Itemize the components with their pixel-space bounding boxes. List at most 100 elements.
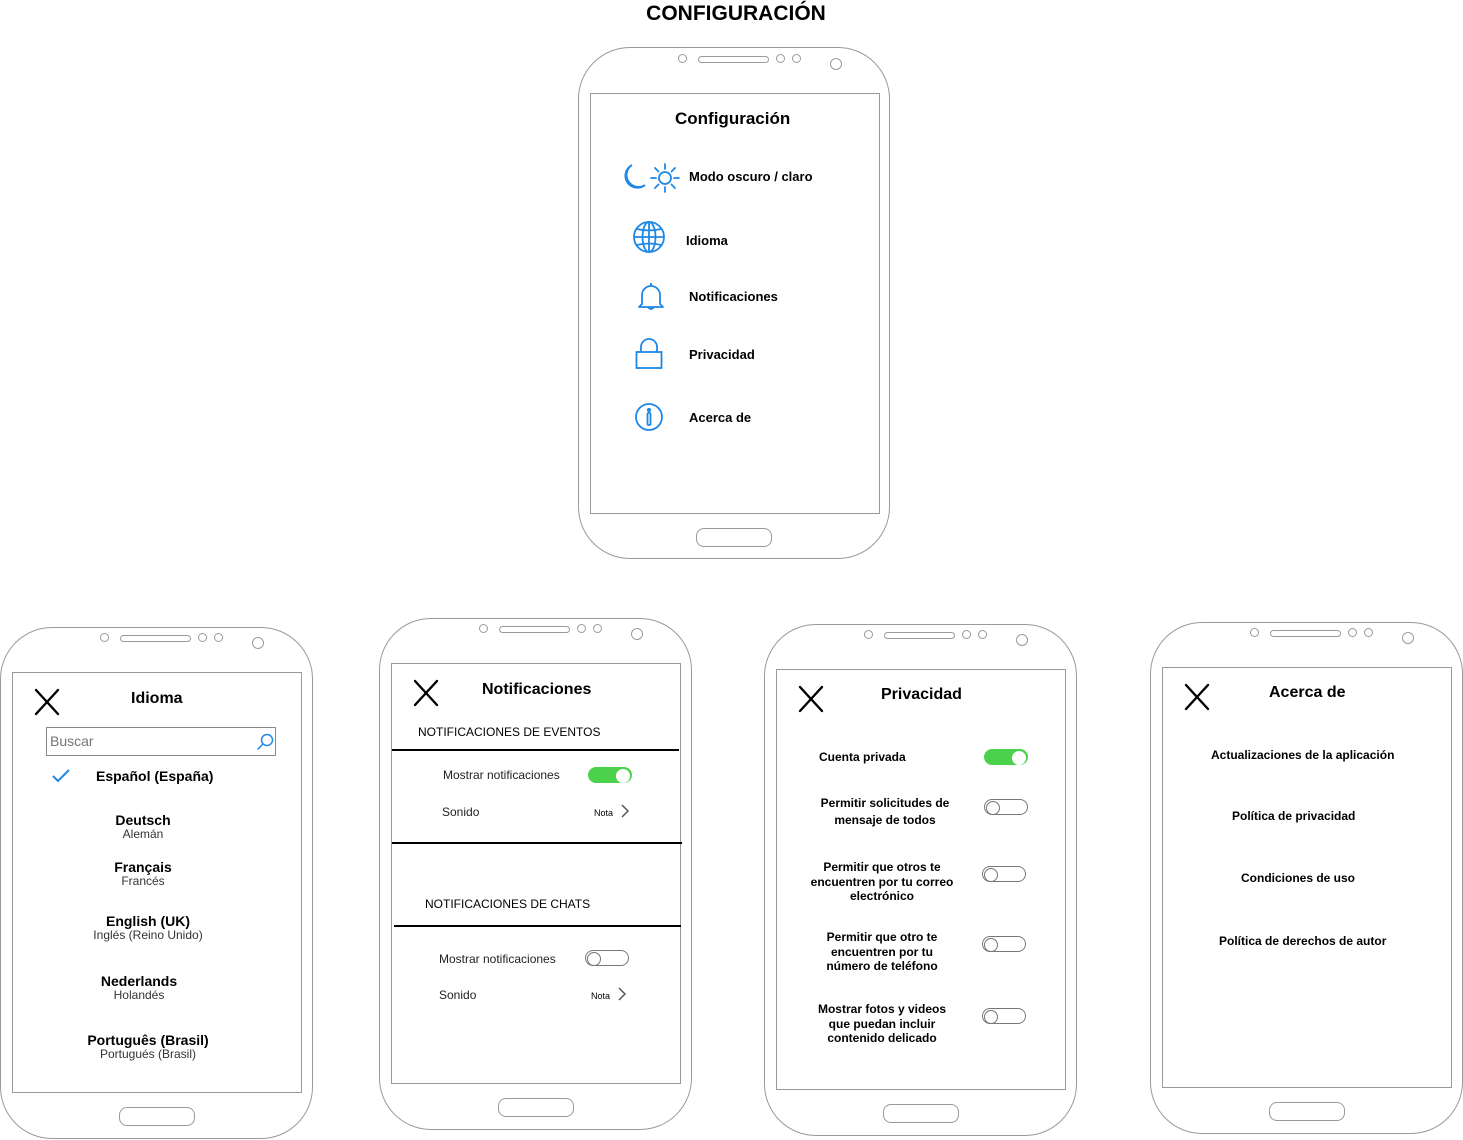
language-native-name: Alemán — [122, 827, 164, 841]
toggle-knob — [1012, 751, 1026, 765]
language-name: Deutsch — [115, 812, 171, 828]
close-icon[interactable] — [1184, 683, 1210, 716]
phone-sensor — [1250, 628, 1259, 637]
settings-item-notifications[interactable]: Notificaciones — [689, 289, 778, 304]
about-item-app-updates[interactable]: Actualizaciones de la aplicación — [1211, 748, 1394, 762]
sensitive-content-toggle[interactable] — [982, 1008, 1026, 1024]
language-native-name: Inglés (Reino Unido) — [93, 928, 203, 942]
language-name: Nederlands — [100, 973, 178, 989]
setting-label: Sonido — [442, 805, 480, 819]
phone-sensor — [776, 54, 785, 63]
language-name: Português (Brasil) — [87, 1032, 209, 1048]
show-notifications-toggle[interactable] — [588, 767, 632, 783]
phone-speaker — [698, 56, 769, 63]
chevron-right-icon[interactable] — [621, 804, 630, 823]
phone-sensor — [198, 633, 207, 642]
close-icon[interactable] — [798, 685, 824, 718]
phone-camera — [631, 628, 643, 640]
phone-sensor — [479, 624, 488, 633]
find-by-phone-toggle[interactable] — [982, 936, 1026, 952]
language-item[interactable]: Nederlands Holandés — [101, 973, 177, 1002]
home-button[interactable] — [883, 1104, 959, 1123]
about-item-privacy-policy[interactable]: Política de privacidad — [1232, 809, 1355, 823]
close-icon[interactable] — [34, 688, 60, 721]
phone-sensor — [214, 633, 223, 642]
section-header: NOTIFICACIONES DE CHATS — [425, 897, 591, 911]
screen-title: Configuración — [675, 109, 791, 128]
search-field[interactable] — [46, 727, 276, 756]
settings-item-dark-mode[interactable]: Modo oscuro / claro — [689, 169, 813, 184]
screen-title: Idioma — [131, 690, 183, 707]
phone-sensor — [792, 54, 801, 63]
settings-item-language[interactable]: Idioma — [686, 233, 728, 248]
setting-label: Mostrar notificaciones — [439, 952, 556, 966]
language-name: Français — [114, 859, 172, 875]
toggle-knob — [984, 1010, 998, 1024]
language-item-selected[interactable]: Español (España) — [96, 768, 213, 784]
settings-item-about[interactable]: Acerca de — [689, 410, 751, 425]
privacy-option-label: Mostrar fotos y videos que puedan inclui… — [817, 1002, 947, 1046]
phone-sensor — [1364, 628, 1373, 637]
home-button[interactable] — [1269, 1102, 1345, 1121]
sound-value[interactable]: Nota — [591, 991, 610, 1001]
home-button[interactable] — [119, 1107, 195, 1126]
toggle-knob — [986, 801, 1000, 815]
toggle-knob — [984, 938, 998, 952]
phone-camera — [252, 637, 264, 649]
toggle-knob — [616, 769, 630, 783]
screen-title: Acerca de — [1269, 684, 1346, 701]
language-name: English (UK) — [105, 913, 190, 929]
phone-camera — [1402, 632, 1414, 644]
language-item[interactable]: Deutsch Alemán — [115, 812, 170, 841]
setting-label: Mostrar notificaciones — [443, 768, 560, 782]
phone-sensor — [100, 633, 109, 642]
phone-speaker — [120, 635, 191, 642]
phone-sensor — [593, 624, 602, 633]
language-item[interactable]: English (UK) Inglés (Reino Unido) — [93, 913, 202, 942]
home-button[interactable] — [696, 528, 772, 547]
privacy-option-label: Permitir que otro te encuentren por tu n… — [826, 930, 938, 974]
toggle-knob — [984, 868, 998, 882]
page-title: CONFIGURACIÓN — [646, 2, 826, 25]
search-icon[interactable] — [256, 733, 274, 756]
screen-title: Privacidad — [881, 686, 962, 703]
toggle-knob — [587, 952, 601, 966]
sound-value[interactable]: Nota — [594, 808, 613, 818]
home-button[interactable] — [498, 1098, 574, 1117]
info-icon — [634, 402, 664, 437]
settings-item-privacy[interactable]: Privacidad — [689, 347, 755, 362]
privacy-option-label: Permitir solicitudes de mensaje de todos — [820, 796, 950, 827]
language-native-name: Portugués (Brasil) — [99, 1047, 197, 1061]
language-item[interactable]: Français Francés — [114, 859, 172, 888]
globe-icon — [632, 220, 666, 259]
phone-sensor — [1348, 628, 1357, 637]
phone-sensor — [678, 54, 687, 63]
phone-sensor — [962, 630, 971, 639]
screen-title: Notificaciones — [482, 681, 592, 698]
about-item-terms-of-use[interactable]: Condiciones de uso — [1241, 871, 1355, 885]
language-native-name: Holandés — [113, 988, 165, 1002]
privacy-option-label: Cuenta privada — [819, 750, 906, 764]
chevron-right-icon[interactable] — [618, 987, 627, 1006]
phone-sensor — [577, 624, 586, 633]
about-item-copyright-policy[interactable]: Política de derechos de autor — [1219, 934, 1386, 948]
divider — [392, 842, 682, 844]
language-native-name: Francés — [121, 874, 165, 888]
show-notifications-toggle[interactable] — [585, 950, 629, 966]
phone-speaker — [884, 632, 955, 639]
search-input[interactable] — [50, 733, 245, 749]
setting-label: Sonido — [439, 988, 477, 1002]
find-by-email-toggle[interactable] — [982, 866, 1026, 882]
language-item[interactable]: Português (Brasil) Portugués (Brasil) — [87, 1032, 208, 1061]
phone-speaker — [499, 626, 570, 633]
privacy-option-label: Permitir que otros te encuentren por tu … — [810, 860, 954, 904]
message-requests-toggle[interactable] — [984, 799, 1028, 815]
phone-sensor — [864, 630, 873, 639]
private-account-toggle[interactable] — [984, 749, 1028, 765]
section-header: NOTIFICACIONES DE EVENTOS — [418, 725, 601, 739]
checkmark-icon — [51, 768, 71, 789]
bell-icon — [636, 282, 666, 317]
close-icon[interactable] — [413, 679, 439, 712]
phone-camera — [1016, 634, 1028, 646]
phone-camera — [830, 58, 842, 70]
